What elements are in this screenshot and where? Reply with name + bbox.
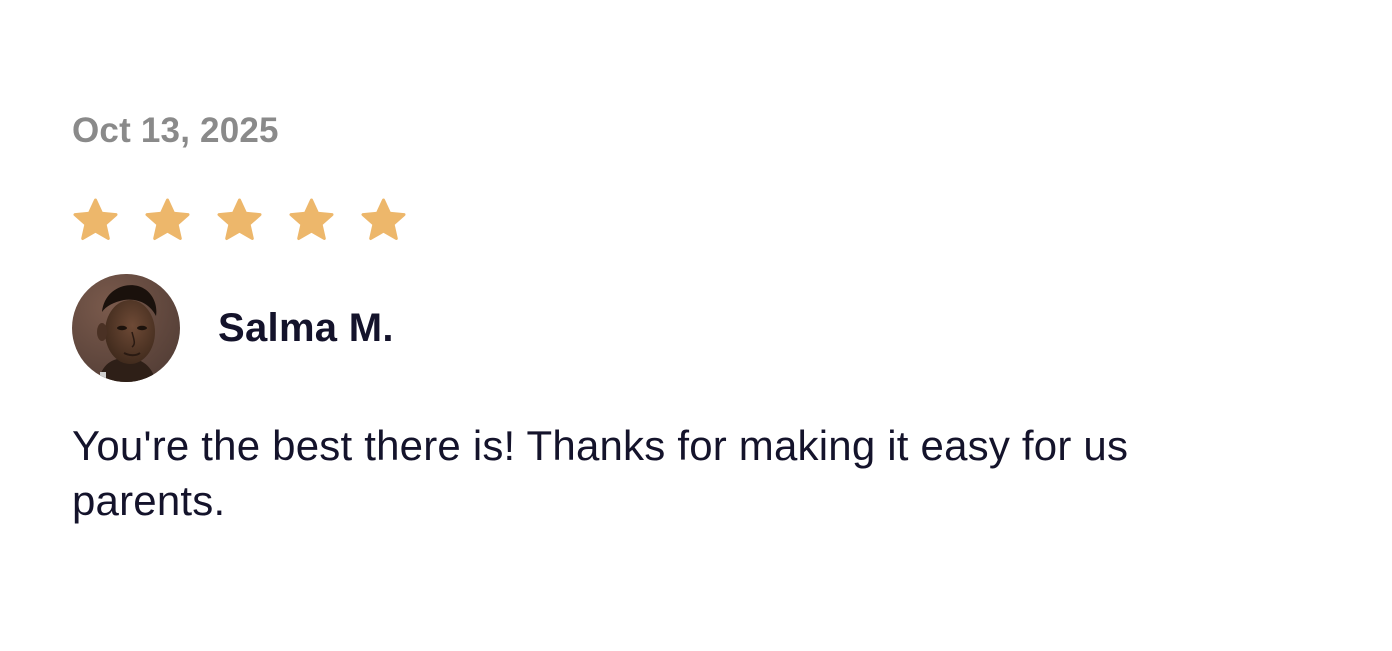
star-filled-icon [72,197,119,244]
star-filled-icon [288,197,335,244]
avatar-portrait-image [72,274,180,382]
star-filled-icon [360,197,407,244]
star-filled-icon [144,197,191,244]
avatar [72,274,180,382]
author-name: Salma M. [218,305,394,350]
review-author: Salma M. [72,274,1312,382]
star-filled-icon [216,197,263,244]
review-text: You're the best there is! Thanks for mak… [72,422,1129,524]
review-date: Oct 13, 2025 [72,111,279,150]
review-card: Oct 13, 2025 Salma M. You're the best th… [72,108,1312,528]
star-rating [72,196,1312,244]
